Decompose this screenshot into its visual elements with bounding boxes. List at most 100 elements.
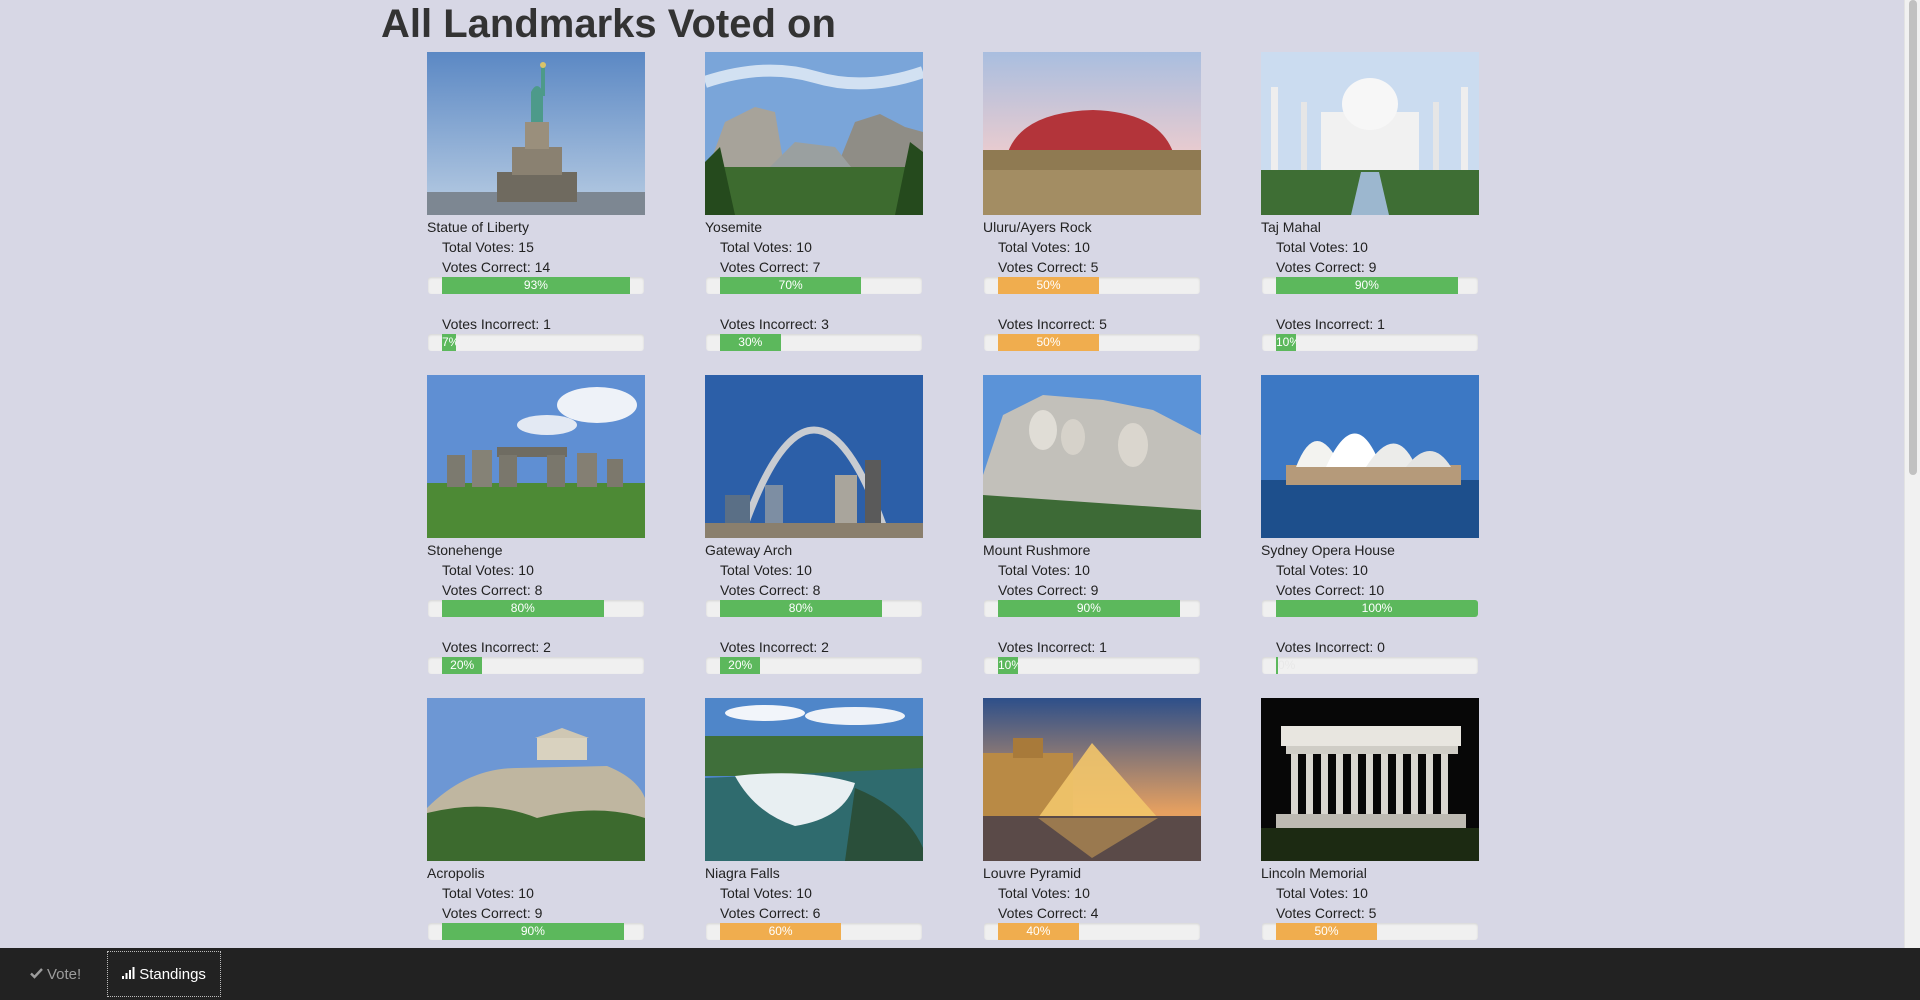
statue-of-liberty-photo bbox=[427, 52, 645, 215]
votes-correct: Votes Correct: 8 bbox=[427, 580, 645, 600]
votes-correct-label: Votes Correct: bbox=[998, 259, 1087, 275]
votes-incorrect-value: 3 bbox=[821, 316, 829, 332]
total-votes: Total Votes: 10 bbox=[705, 883, 923, 903]
votes-correct: Votes Correct: 7 bbox=[705, 257, 923, 277]
total-votes-value: 10 bbox=[518, 562, 534, 578]
correct-progress-fill: 50% bbox=[1276, 923, 1377, 940]
nav-standings[interactable]: Standings bbox=[107, 951, 221, 997]
sydney-opera-house-photo bbox=[1261, 375, 1479, 538]
scrollbar-thumb[interactable] bbox=[1909, 0, 1917, 475]
landmark-grid: Statue of Liberty Total Votes: 1 5 Votes … bbox=[427, 52, 1479, 948]
total-votes: Total Votes: 10 bbox=[983, 883, 1201, 903]
landmark-name: Taj Mahal bbox=[1261, 219, 1321, 235]
correct-progress-bar: 60% bbox=[706, 923, 922, 940]
correct-progress-bar: 50% bbox=[984, 277, 1200, 294]
landmark-name: Niagra Falls bbox=[705, 865, 780, 881]
incorrect-progress-bar: 10% bbox=[1262, 334, 1478, 351]
votes-correct-label: Votes Correct: bbox=[442, 259, 531, 275]
nav-vote[interactable]: Vote! bbox=[16, 951, 95, 997]
landmark-card-taj-mahal: Taj Mahal Total Votes: 10 Votes Correct:… bbox=[1261, 52, 1479, 375]
uluru-photo bbox=[983, 52, 1201, 215]
votes-correct-label: Votes Correct: bbox=[1276, 259, 1365, 275]
votes-correct: Votes Correct: 6 bbox=[705, 903, 923, 923]
votes-incorrect-label: Votes Incorrect: bbox=[998, 639, 1096, 655]
landmark-card-statue-of-liberty: Statue of Liberty Total Votes: 15 Votes … bbox=[427, 52, 645, 375]
total-votes: Total Votes: 10 bbox=[705, 560, 923, 580]
checkmark-icon bbox=[30, 966, 43, 983]
total-votes-value: 10 bbox=[1074, 239, 1090, 255]
total-votes: Total Votes: 10 bbox=[427, 883, 645, 903]
total-votes-label: Total Votes: bbox=[442, 239, 515, 255]
votes-incorrect-value: 0 bbox=[1377, 639, 1385, 655]
total-votes-label: Total Votes: bbox=[998, 562, 1071, 578]
votes-incorrect: Votes Incorrect: 2 bbox=[427, 637, 645, 657]
vertical-scrollbar[interactable] bbox=[1904, 0, 1920, 948]
incorrect-progress-bar: 30% bbox=[706, 334, 922, 351]
votes-correct-label: Votes Correct: bbox=[998, 582, 1087, 598]
total-votes: Total Votes: 10 bbox=[983, 560, 1201, 580]
landmark-name: Statue of Liberty bbox=[427, 219, 529, 235]
bottom-navbar: Vote! Standings bbox=[0, 948, 1920, 1000]
total-votes: Total Votes: 10 bbox=[1261, 883, 1479, 903]
total-votes: Total Votes: 10 bbox=[1261, 237, 1479, 257]
landmark-card-gateway-arch: Gateway Arch Total Votes: 10 Votes Corre… bbox=[705, 375, 923, 698]
gateway-arch-photo bbox=[705, 375, 923, 538]
votes-correct-value: 5 bbox=[1090, 259, 1099, 275]
incorrect-progress-bar: 0% bbox=[1262, 657, 1478, 674]
votes-correct-label: Votes Correct: bbox=[720, 905, 809, 921]
votes-correct: Votes Correct: 9 bbox=[983, 580, 1201, 600]
votes-correct: Votes Correct: 9 bbox=[1261, 257, 1479, 277]
votes-correct: Votes Correct: 4 bbox=[983, 903, 1201, 923]
yosemite-photo bbox=[705, 52, 923, 215]
landmark-card-acropolis: Acropolis Total Votes: 10 Votes Correct:… bbox=[427, 698, 645, 948]
total-votes-label: Total Votes: bbox=[720, 562, 793, 578]
total-votes-label: Total Votes: bbox=[720, 885, 793, 901]
correct-progress-fill: 90% bbox=[442, 923, 624, 940]
bar-chart-icon bbox=[122, 966, 135, 983]
correct-progress-fill: 40% bbox=[998, 923, 1079, 940]
votes-correct-label: Votes Correct: bbox=[720, 582, 809, 598]
incorrect-progress-bar: 7% bbox=[428, 334, 644, 351]
incorrect-progress-fill: 20% bbox=[720, 657, 761, 674]
total-votes-label: Total Votes: bbox=[1276, 885, 1349, 901]
votes-incorrect-value: 1 bbox=[543, 316, 551, 332]
votes-correct: Votes Correct: 5 bbox=[1261, 903, 1479, 923]
landmark-name: Yosemite bbox=[705, 219, 763, 235]
total-votes-value: 10 bbox=[796, 885, 812, 901]
incorrect-progress-bar: 10% bbox=[984, 657, 1200, 674]
votes-incorrect-value: 2 bbox=[543, 639, 551, 655]
total-votes-label: Total Votes: bbox=[1276, 562, 1349, 578]
votes-incorrect-label: Votes Incorrect: bbox=[1276, 316, 1374, 332]
votes-correct-value: 6 bbox=[812, 905, 821, 921]
landmark-card-mount-rushmore: Mount Rushmore Total Votes: 10 Votes Cor… bbox=[983, 375, 1201, 698]
total-votes: Total Votes: 10 bbox=[427, 560, 645, 580]
votes-correct-label: Votes Correct: bbox=[998, 905, 1087, 921]
landmark-name: Stonehenge bbox=[427, 542, 503, 558]
landmark-name: Lincoln Memorial bbox=[1261, 865, 1367, 881]
total-votes-value: 10 bbox=[518, 885, 534, 901]
votes-incorrect-label: Votes Incorrect: bbox=[1276, 639, 1374, 655]
correct-progress-fill: 90% bbox=[998, 600, 1180, 617]
votes-correct-label: Votes Correct: bbox=[1276, 582, 1365, 598]
votes-incorrect: Votes Incorrect: 3 bbox=[705, 314, 923, 334]
votes-incorrect: Votes Incorrect: 1 bbox=[427, 314, 645, 334]
votes-incorrect-value: 1 bbox=[1377, 316, 1385, 332]
votes-correct-value: 9 bbox=[1090, 582, 1099, 598]
votes-incorrect-label: Votes Incorrect: bbox=[720, 316, 818, 332]
total-votes-value: 10 bbox=[1352, 239, 1368, 255]
correct-progress-fill: 90% bbox=[1276, 277, 1458, 294]
correct-progress-fill: 70% bbox=[720, 277, 862, 294]
correct-progress-bar: 80% bbox=[428, 600, 644, 617]
votes-correct-value: 7 bbox=[812, 259, 821, 275]
correct-progress-bar: 40% bbox=[984, 923, 1200, 940]
louvre-pyramid-photo bbox=[983, 698, 1201, 861]
nav-standings-label: Standings bbox=[139, 965, 206, 983]
votes-correct-value: 10 bbox=[1368, 582, 1385, 598]
landmark-card-lincoln-memorial: Lincoln Memorial Total Votes: 10 Votes C… bbox=[1261, 698, 1479, 948]
correct-progress-bar: 100% bbox=[1262, 600, 1478, 617]
landmark-card-yosemite: Yosemite Total Votes: 10 Votes Correct: … bbox=[705, 52, 923, 375]
votes-correct-label: Votes Correct: bbox=[442, 582, 531, 598]
landmark-name: Mount Rushmore bbox=[983, 542, 1091, 558]
incorrect-progress-bar: 20% bbox=[428, 657, 644, 674]
votes-incorrect: Votes Incorrect: 5 bbox=[983, 314, 1201, 334]
